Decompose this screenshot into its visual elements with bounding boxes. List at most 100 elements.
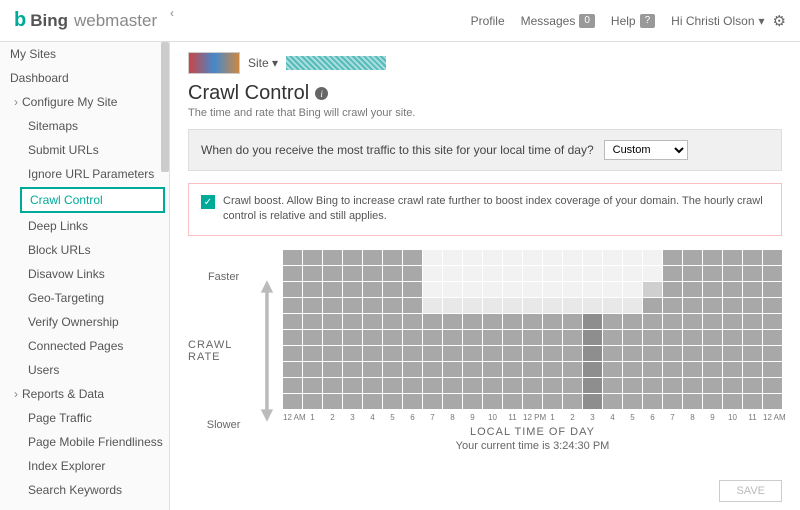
crawl-cell[interactable] <box>523 330 542 345</box>
crawl-cell[interactable] <box>623 378 642 393</box>
crawl-cell[interactable] <box>763 378 782 393</box>
crawl-cell[interactable] <box>503 282 522 297</box>
crawl-cell[interactable] <box>743 378 762 393</box>
crawl-cell[interactable] <box>763 282 782 297</box>
sidebar-item-connected-pages[interactable]: Connected Pages <box>0 334 169 358</box>
crawl-cell[interactable] <box>643 330 662 345</box>
crawl-cell[interactable] <box>763 250 782 265</box>
crawl-cell[interactable] <box>383 330 402 345</box>
crawl-cell[interactable] <box>603 298 622 313</box>
crawl-cell[interactable] <box>283 314 302 329</box>
crawl-cell[interactable] <box>463 250 482 265</box>
crawl-cell[interactable] <box>743 394 762 409</box>
crawl-cell[interactable] <box>283 330 302 345</box>
crawl-cell[interactable] <box>703 298 722 313</box>
crawl-cell[interactable] <box>583 314 602 329</box>
sidebar-item-geo-targeting[interactable]: Geo-Targeting <box>0 286 169 310</box>
crawl-cell[interactable] <box>543 330 562 345</box>
crawl-cell[interactable] <box>323 282 342 297</box>
crawl-cell[interactable] <box>603 266 622 281</box>
crawl-cell[interactable] <box>543 362 562 377</box>
crawl-cell[interactable] <box>483 362 502 377</box>
crawl-cell[interactable] <box>723 394 742 409</box>
crawl-cell[interactable] <box>423 282 442 297</box>
crawl-cell[interactable] <box>643 266 662 281</box>
crawl-cell[interactable] <box>383 394 402 409</box>
crawl-cell[interactable] <box>523 362 542 377</box>
crawl-cell[interactable] <box>403 362 422 377</box>
crawl-cell[interactable] <box>503 266 522 281</box>
crawl-cell[interactable] <box>403 346 422 361</box>
info-icon[interactable]: i <box>315 87 328 100</box>
crawl-cell[interactable] <box>323 266 342 281</box>
crawl-cell[interactable] <box>743 282 762 297</box>
crawl-cell[interactable] <box>283 250 302 265</box>
crawl-cell[interactable] <box>523 314 542 329</box>
crawl-cell[interactable] <box>363 298 382 313</box>
sidebar-item-users[interactable]: Users <box>0 358 169 382</box>
crawl-cell[interactable] <box>443 394 462 409</box>
crawl-cell[interactable] <box>443 378 462 393</box>
crawl-cell[interactable] <box>303 346 322 361</box>
crawl-cell[interactable] <box>483 346 502 361</box>
crawl-cell[interactable] <box>383 250 402 265</box>
crawl-cell[interactable] <box>603 346 622 361</box>
crawl-cell[interactable] <box>623 298 642 313</box>
crawl-cell[interactable] <box>503 394 522 409</box>
crawl-cell[interactable] <box>623 282 642 297</box>
crawl-cell[interactable] <box>543 346 562 361</box>
crawl-cell[interactable] <box>343 330 362 345</box>
crawl-cell[interactable] <box>623 330 642 345</box>
crawl-cell[interactable] <box>603 378 622 393</box>
sidebar-item-crawl-control[interactable]: Crawl Control <box>20 187 165 213</box>
sidebar-item-reports-data[interactable]: Reports & Data <box>0 382 169 406</box>
crawl-cell[interactable] <box>443 314 462 329</box>
crawl-cell[interactable] <box>523 266 542 281</box>
crawl-cell[interactable] <box>443 250 462 265</box>
crawl-cell[interactable] <box>743 330 762 345</box>
crawl-cell[interactable] <box>323 314 342 329</box>
sidebar-item-block-urls[interactable]: Block URLs <box>0 238 169 262</box>
crawl-cell[interactable] <box>323 394 342 409</box>
crawl-cell[interactable] <box>503 314 522 329</box>
crawl-cell[interactable] <box>363 314 382 329</box>
crawl-cell[interactable] <box>303 378 322 393</box>
crawl-cell[interactable] <box>423 362 442 377</box>
crawl-cell[interactable] <box>403 250 422 265</box>
crawl-cell[interactable] <box>663 282 682 297</box>
crawl-cell[interactable] <box>603 250 622 265</box>
crawl-cell[interactable] <box>563 314 582 329</box>
crawl-cell[interactable] <box>683 378 702 393</box>
crawl-cell[interactable] <box>603 394 622 409</box>
crawl-cell[interactable] <box>303 282 322 297</box>
nav-help[interactable]: Help ? <box>611 14 655 28</box>
crawl-cell[interactable] <box>623 266 642 281</box>
crawl-cell[interactable] <box>443 362 462 377</box>
crawl-cell[interactable] <box>423 266 442 281</box>
crawl-cell[interactable] <box>483 250 502 265</box>
crawl-boost-checkbox[interactable]: ✓ <box>201 195 215 209</box>
crawl-cell[interactable] <box>363 282 382 297</box>
crawl-cell[interactable] <box>503 330 522 345</box>
site-selector[interactable]: Site ▾ <box>248 56 278 70</box>
crawl-cell[interactable] <box>663 266 682 281</box>
crawl-cell[interactable] <box>283 282 302 297</box>
crawl-cell[interactable] <box>763 330 782 345</box>
crawl-cell[interactable] <box>643 282 662 297</box>
crawl-cell[interactable] <box>683 266 702 281</box>
sidebar-collapse-icon[interactable]: ‹ <box>170 6 174 20</box>
crawl-cell[interactable] <box>403 330 422 345</box>
crawl-cell[interactable] <box>463 394 482 409</box>
crawl-cell[interactable] <box>403 394 422 409</box>
crawl-cell[interactable] <box>523 346 542 361</box>
crawl-cell[interactable] <box>683 250 702 265</box>
crawl-cell[interactable] <box>423 394 442 409</box>
crawl-cell[interactable] <box>663 346 682 361</box>
crawl-cell[interactable] <box>323 298 342 313</box>
crawl-cell[interactable] <box>683 282 702 297</box>
crawl-cell[interactable] <box>583 346 602 361</box>
crawl-cell[interactable] <box>603 282 622 297</box>
crawl-cell[interactable] <box>423 330 442 345</box>
crawl-cell[interactable] <box>303 362 322 377</box>
crawl-cell[interactable] <box>563 298 582 313</box>
